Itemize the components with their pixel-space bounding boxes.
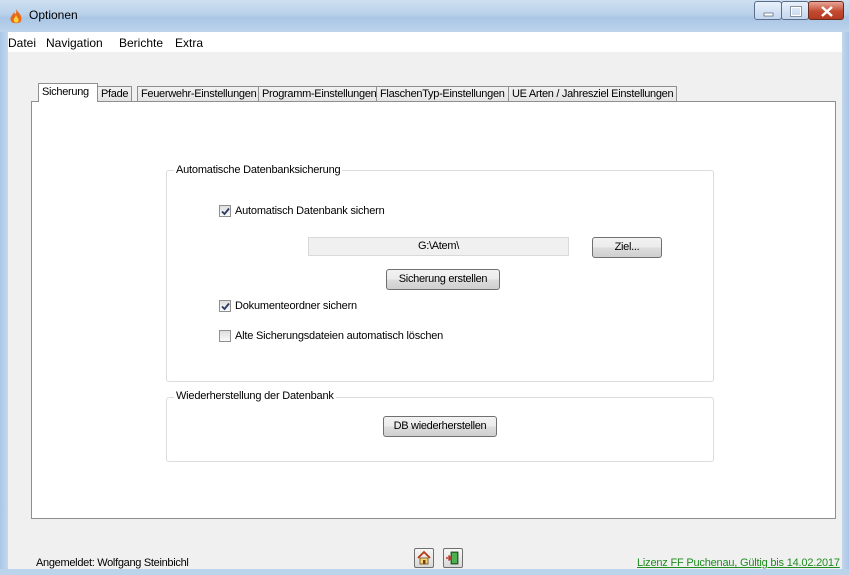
target-button[interactable]: Ziel... (592, 237, 662, 258)
tab-ue-arten-jahresziel[interactable]: UE Arten / Jahresziel Einstellungen (508, 86, 678, 102)
home-button[interactable] (414, 548, 434, 568)
menu-bar: Datei Navigation Berichte Extra (8, 32, 842, 52)
restore-db-button[interactable]: DB wiederherstellen (383, 416, 497, 437)
tab-sicherung[interactable]: Sicherung (38, 83, 98, 102)
tab-feuerwehr-einstellungen[interactable]: Feuerwehr-Einstellungen (137, 86, 261, 102)
exit-button[interactable] (443, 548, 463, 568)
window-border-bottom (0, 569, 849, 575)
logged-in-user: Angemeldet: Wolfgang Steinbichl (36, 557, 189, 569)
menu-datei[interactable]: Datei (8, 36, 36, 50)
window-border-right (842, 32, 849, 575)
create-backup-button[interactable]: Sicherung erstellen (386, 269, 500, 290)
license-link[interactable]: Lizenz FF Puchenau, Gültig bis 14.02.201… (637, 557, 840, 569)
documents-backup-checkbox[interactable] (219, 300, 231, 312)
maximize-button[interactable] (781, 1, 809, 20)
window-border-left (0, 32, 8, 575)
flame-icon (9, 9, 23, 25)
tab-pfade[interactable]: Pfade (97, 86, 133, 102)
close-button[interactable] (808, 1, 844, 20)
tab-programm-einstellungen[interactable]: Programm-Einstellungen (258, 86, 381, 102)
auto-backup-checkbox[interactable] (219, 205, 231, 217)
backup-path-field[interactable]: G:\Atem\ (308, 237, 569, 256)
menu-navigation[interactable]: Navigation (46, 36, 103, 50)
documents-backup-label: Dokumenteordner sichern (235, 300, 357, 312)
title-bar[interactable]: Optionen (0, 0, 849, 32)
menu-berichte[interactable]: Berichte (119, 36, 163, 50)
window-title: Optionen (29, 8, 78, 22)
tab-flaschentyp-einstellungen[interactable]: FlaschenTyp-Einstellungen (376, 86, 509, 102)
restore-group-title: Wiederherstellung der Datenbank (174, 390, 336, 402)
minimize-button[interactable] (754, 1, 782, 20)
delete-old-checkbox[interactable] (219, 330, 231, 342)
menu-extra[interactable]: Extra (175, 36, 203, 50)
auto-backup-label: Automatisch Datenbank sichern (235, 205, 385, 217)
delete-old-label: Alte Sicherungsdateien automatisch lösch… (235, 330, 444, 342)
backup-group-title: Automatische Datenbanksicherung (174, 164, 343, 176)
options-window: Optionen Datei Navigation Berichte Extra… (0, 0, 849, 575)
